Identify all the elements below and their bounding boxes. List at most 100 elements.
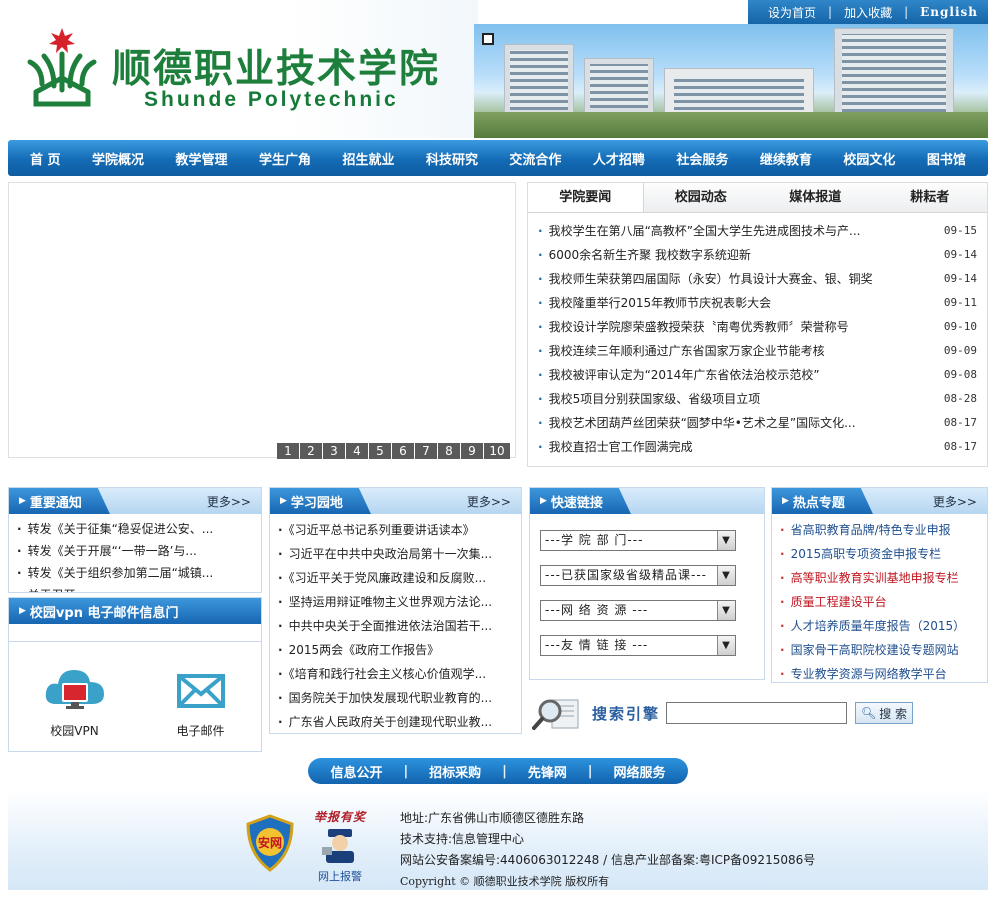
school-logo-icon	[27, 28, 97, 107]
add-favorite-link[interactable]: 加入收藏	[844, 4, 892, 21]
news-item[interactable]: 我校设计学院廖荣盛教授荣获〝南粤优秀教师〞荣誉称号 09-10	[538, 315, 977, 339]
news-title[interactable]: 我校学生在第八届“高教杯”全国大学生先进成图技术与产...	[538, 219, 861, 243]
tab-media-reports[interactable]: 媒体报道	[758, 183, 873, 212]
list-item[interactable]: 人才培养质量年度报告（2015）	[780, 614, 979, 638]
slider-page-button[interactable]: 1	[277, 443, 299, 459]
slider-page-button[interactable]: 3	[323, 443, 345, 459]
list-item[interactable]: 关于召开...	[17, 584, 253, 592]
nav-about[interactable]: 学院概况	[92, 149, 144, 168]
study-more-link[interactable]: 更多>>	[467, 493, 521, 510]
slider-page-button[interactable]: 8	[438, 443, 460, 459]
quick-title-text: 快速链接	[550, 495, 603, 511]
list-item[interactable]: 转发《关于征集“稳妥促进公安、...	[17, 518, 253, 540]
news-item[interactable]: 我校连续三年顺利通过广东省国家万家企业节能考核 09-09	[538, 339, 977, 363]
list-item[interactable]: 坚持运用辩证唯物主义世界观方法论...	[278, 590, 513, 614]
nav-exchange[interactable]: 交流合作	[509, 149, 561, 168]
search-input[interactable]	[666, 702, 848, 724]
slider-page-button[interactable]: 10	[484, 443, 510, 459]
email-button[interactable]: 电子邮件	[175, 664, 227, 739]
news-title[interactable]: 我校师生荣获第四届国际（永安）竹具设计大赛金、银、铜奖	[538, 267, 873, 291]
list-item[interactable]: 2015高职专项资金申报专栏	[780, 542, 979, 566]
english-link[interactable]: English	[920, 5, 978, 19]
list-item[interactable]: 《习近平关于党风廉政建设和反腐败...	[278, 566, 513, 590]
list-item[interactable]: 转发《关于组织参加第二届“城镇...	[17, 562, 253, 584]
slider-page-button[interactable]: 5	[369, 443, 391, 459]
news-item[interactable]: 6000余名新生齐聚 我校数字系统迎新 09-14	[538, 243, 977, 267]
nav-culture[interactable]: 校园文化	[843, 149, 895, 168]
info-public-link[interactable]: 信息公开	[330, 762, 382, 781]
news-item[interactable]: 我校隆重举行2015年教师节庆祝表彰大会 09-11	[538, 291, 977, 315]
notice-more-link[interactable]: 更多>>	[207, 493, 261, 510]
news-title[interactable]: 我校设计学院廖荣盛教授荣获〝南粤优秀教师〞荣誉称号	[538, 315, 849, 339]
list-item[interactable]: 国务院关于加快发展现代职业教育的...	[278, 686, 513, 710]
list-item[interactable]: 专业教学资源与网络教学平台	[780, 662, 979, 686]
hot-title: ▶ 热点专题	[772, 488, 873, 514]
slider-page-button[interactable]: 9	[461, 443, 483, 459]
department-select[interactable]: ---学 院 部 门--- ▼	[540, 530, 736, 551]
news-item[interactable]: 我校师生荣获第四届国际（永安）竹具设计大赛金、银、铜奖 09-14	[538, 267, 977, 291]
nav-continuing-edu[interactable]: 继续教育	[760, 149, 812, 168]
pioneer-link[interactable]: 先锋网	[528, 762, 567, 781]
study-title: ▶ 学习园地	[270, 488, 371, 514]
list-item[interactable]: 习近平在中共中央政治局第十一次集...	[278, 542, 513, 566]
set-homepage-link[interactable]: 设为首页	[768, 4, 816, 21]
slider-page-button[interactable]: 7	[415, 443, 437, 459]
footer-info: 地址:广东省佛山市顺德区德胜东路 技术支持:信息管理中心 网站公安备案编号:44…	[400, 808, 815, 892]
image-slider[interactable]: 1 2 3 4 5 6 7 8 9 10	[8, 182, 516, 459]
hot-more-link[interactable]: 更多>>	[933, 493, 987, 510]
tab-college-news[interactable]: 学院要闻	[528, 183, 644, 212]
list-item[interactable]: 省高职教育品牌/特色专业申报	[780, 518, 979, 542]
nav-research[interactable]: 科技研究	[426, 149, 478, 168]
slider-page-button[interactable]: 6	[392, 443, 414, 459]
resources-select[interactable]: ---网 络 资 源 --- ▼	[540, 600, 736, 621]
list-item[interactable]: 质量工程建设平台	[780, 590, 979, 614]
online-police-text: 网上报警	[318, 870, 362, 883]
vpn-button[interactable]: 校园VPN	[44, 664, 106, 739]
slider-page-button[interactable]: 4	[346, 443, 368, 459]
news-item[interactable]: 我校被评审认定为“2014年广东省依法治校示范校” 09-08	[538, 363, 977, 387]
nav-services[interactable]: 社会服务	[676, 149, 728, 168]
list-item[interactable]: 广东省人民政府关于创建现代职业教...	[278, 710, 513, 734]
list-item[interactable]: 国家骨干高职院校建设专题网站	[780, 638, 979, 662]
slider-page-button[interactable]: 2	[300, 443, 322, 459]
news-date: 09-09	[943, 344, 977, 357]
nav-library[interactable]: 图书馆	[927, 149, 966, 168]
news-item[interactable]: 我校学生在第八届“高教杯”全国大学生先进成图技术与产... 09-15	[538, 219, 977, 243]
nav-admissions[interactable]: 招生就业	[342, 149, 394, 168]
topbar-separator: |	[828, 5, 833, 19]
tab-campus-updates[interactable]: 校园动态	[644, 183, 759, 212]
list-item[interactable]: 转发《关于开展“‘一带一路’与...	[17, 540, 253, 562]
network-services-link[interactable]: 网络服务	[613, 762, 665, 781]
nav-home[interactable]: 首 页	[30, 149, 61, 168]
news-title[interactable]: 我校直招士官工作圆满完成	[538, 435, 693, 459]
news-item[interactable]: 我校5项目分别获国家级、省级项目立项 08-28	[538, 387, 977, 411]
news-title[interactable]: 我校隆重举行2015年教师节庆祝表彰大会	[538, 291, 772, 315]
logo-area: 顺德职业技术学院 Shunde Polytechnic	[8, 0, 478, 138]
news-item[interactable]: 我校直招士官工作圆满完成 08-17	[538, 435, 977, 459]
list-item[interactable]: 《培育和践行社会主义核心价值观学...	[278, 662, 513, 686]
tab-cultivators[interactable]: 耕耘者	[873, 183, 988, 212]
search-icon: 🔍︎	[860, 706, 877, 720]
security-shield-badge[interactable]: 安网	[244, 814, 296, 875]
list-item[interactable]: 高等职业教育实训基地申报专栏	[780, 566, 979, 590]
footer-icp: 网站公安备案编号:4406063012248 / 信息产业部备案:粤ICP备09…	[400, 853, 816, 867]
news-title[interactable]: 我校5项目分别获国家级、省级项目立项	[538, 387, 761, 411]
list-item[interactable]: 2015两会《政府工作报告》	[278, 638, 513, 662]
search-button[interactable]: 🔍︎ 搜 索	[855, 702, 914, 724]
list-item[interactable]: 中共中央关于全面推进依法治国若干...	[278, 614, 513, 638]
news-title[interactable]: 我校连续三年顺利通过广东省国家万家企业节能考核	[538, 339, 825, 363]
news-title[interactable]: 6000余名新生齐聚 我校数字系统迎新	[538, 243, 751, 267]
news-date: 09-11	[943, 296, 977, 309]
nav-recruitment[interactable]: 人才招聘	[593, 149, 645, 168]
tender-link[interactable]: 招标采购	[429, 762, 481, 781]
news-title[interactable]: 我校被评审认定为“2014年广东省依法治校示范校”	[538, 363, 820, 387]
list-item[interactable]: 《习近平总书记系列重要讲话读本》	[278, 518, 513, 542]
nav-teaching[interactable]: 教学管理	[175, 149, 227, 168]
nav-students[interactable]: 学生广角	[259, 149, 311, 168]
police-report-badge[interactable]: 举报有奖 网上报警	[314, 808, 366, 884]
news-title[interactable]: 我校艺术团葫芦丝团荣获“圆梦中华•艺术之星”国际文化...	[538, 411, 856, 435]
friend-links-select[interactable]: ---友 情 链 接 --- ▼	[540, 635, 736, 656]
courses-select[interactable]: ---已获国家级省级精品课--- ▼	[540, 565, 736, 586]
top-links-bar: 设为首页 | 加入收藏 | English	[748, 0, 988, 24]
news-item[interactable]: 我校艺术团葫芦丝团荣获“圆梦中华•艺术之星”国际文化... 08-17	[538, 411, 977, 435]
